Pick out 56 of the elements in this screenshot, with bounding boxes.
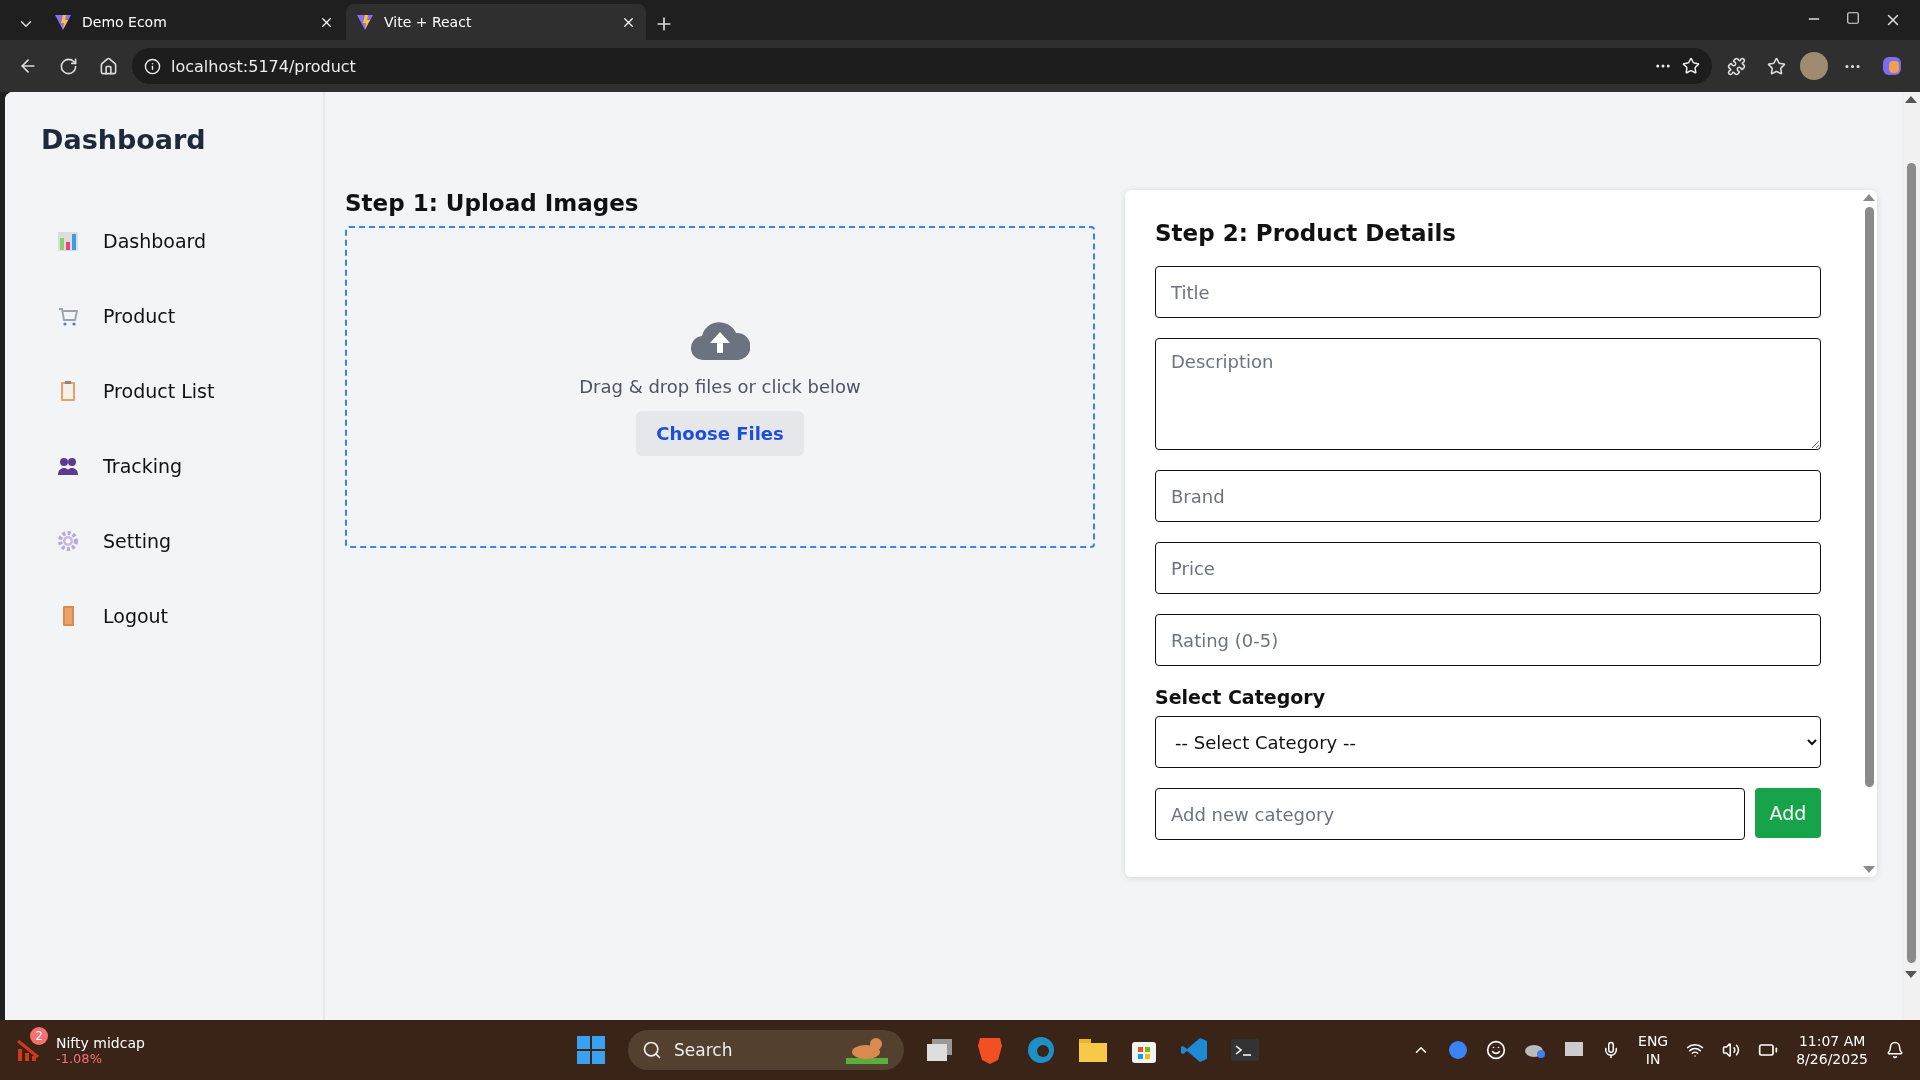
widget-title: Nifty midcap xyxy=(56,1034,145,1051)
field-label: Select Category xyxy=(1155,686,1327,708)
volume-icon[interactable] xyxy=(1722,1041,1741,1059)
sidebar-title: Dashboard xyxy=(41,124,207,155)
star-icon[interactable] xyxy=(1682,57,1700,75)
taskbar-search[interactable]: Search xyxy=(628,1030,904,1070)
restore-icon[interactable] xyxy=(1846,11,1860,25)
task-view-icon[interactable] xyxy=(926,1037,954,1063)
tab-title: Vite + React xyxy=(384,14,473,30)
monitor-icon[interactable] xyxy=(1564,1041,1585,1059)
terminal-icon[interactable] xyxy=(1230,1037,1260,1063)
scrollbar-thumb[interactable] xyxy=(1906,163,1916,963)
vite-logo-icon xyxy=(54,13,72,31)
browser-tab[interactable]: Demo Ecom xyxy=(44,4,344,40)
sidebar-item[interactable]: Logout xyxy=(35,578,323,653)
address-bar[interactable]: localhost:5174/product xyxy=(132,48,1712,84)
language-indicator[interactable]: ENG IN xyxy=(1638,1032,1669,1068)
section-heading: Step 2: Product Details xyxy=(1155,220,1457,246)
tab-title: Demo Ecom xyxy=(82,14,168,30)
sidebar-item[interactable]: Dashboard xyxy=(35,203,323,278)
sidebar-item[interactable]: Product xyxy=(35,278,323,353)
avatar[interactable] xyxy=(1800,52,1828,80)
search-icon xyxy=(642,1040,662,1060)
notification-badge: 2 xyxy=(30,1027,48,1045)
bar-chart-icon xyxy=(57,229,79,252)
text-field[interactable]: Rating (0-5) xyxy=(1155,614,1821,666)
windows-logo-icon[interactable] xyxy=(576,1035,606,1065)
wifi-icon[interactable] xyxy=(1686,1041,1705,1059)
category-select[interactable]: -- Select Category -- xyxy=(1155,716,1821,768)
vite-logo-icon xyxy=(356,13,374,31)
code-editor-icon[interactable] xyxy=(1180,1036,1208,1064)
gear-icon xyxy=(57,529,79,552)
url-text: localhost:5174/product xyxy=(171,56,357,76)
drop-zone[interactable]: Drag & drop files or click below Choose Files xyxy=(345,226,1095,548)
description-field[interactable]: Description xyxy=(1155,338,1821,450)
text-field[interactable]: Brand xyxy=(1155,470,1821,522)
text-field[interactable]: Price xyxy=(1155,542,1821,594)
scroll-down-icon[interactable] xyxy=(1863,866,1875,873)
widget-value: -1.08% xyxy=(56,1050,102,1066)
scroll-down-icon[interactable] xyxy=(1905,971,1917,978)
sidebar-item[interactable]: Tracking xyxy=(35,428,323,503)
sidebar-item[interactable]: Setting xyxy=(35,503,323,578)
clock[interactable]: 11:07 AM 8/26/2025 xyxy=(1796,1032,1868,1068)
folder-icon[interactable] xyxy=(1078,1037,1108,1063)
scroll-up-icon[interactable] xyxy=(1905,96,1917,103)
text-field[interactable]: Title xyxy=(1155,266,1821,318)
scroll-up-icon[interactable] xyxy=(1863,194,1875,201)
browser-tab[interactable]: Vite + React xyxy=(346,4,646,40)
info-icon[interactable] xyxy=(144,57,161,75)
choose-files-button[interactable]: Choose Files xyxy=(636,411,804,456)
sidebar-item[interactable]: Product List xyxy=(35,353,323,428)
scrollbar-thumb[interactable] xyxy=(1864,207,1874,787)
section-heading: Step 1: Upload Images xyxy=(345,190,640,216)
notification-bell-icon[interactable] xyxy=(1886,1041,1904,1059)
new-category-field[interactable]: Add new category xyxy=(1155,788,1745,840)
drop-hint: Drag & drop files or click below xyxy=(579,376,861,397)
